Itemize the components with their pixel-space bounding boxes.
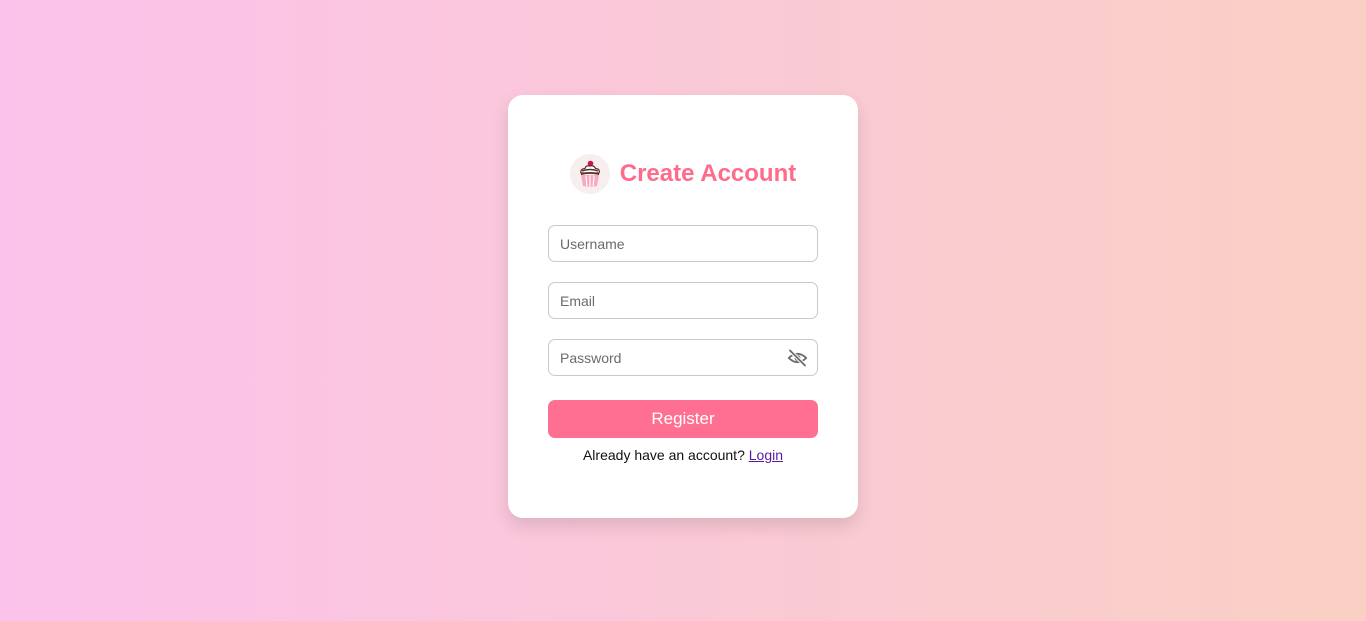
login-prompt-text: Already have an account? bbox=[582, 447, 745, 463]
login-prompt: Already have an account? Login bbox=[508, 447, 858, 463]
username-field-container bbox=[548, 225, 818, 262]
username-input[interactable] bbox=[549, 226, 817, 261]
password-field-container bbox=[548, 339, 818, 376]
cupcake-icon bbox=[569, 154, 610, 194]
password-input[interactable] bbox=[549, 340, 817, 375]
email-input[interactable] bbox=[549, 283, 817, 318]
register-card: Create Account Register Already have an … bbox=[508, 95, 858, 518]
login-link[interactable]: Login bbox=[749, 447, 783, 463]
email-field-container bbox=[548, 282, 818, 319]
register-button[interactable]: Register bbox=[548, 400, 818, 438]
page-title: Create Account bbox=[619, 160, 797, 187]
form-header: Create Account bbox=[508, 154, 858, 194]
eye-slash-icon[interactable] bbox=[787, 348, 808, 368]
